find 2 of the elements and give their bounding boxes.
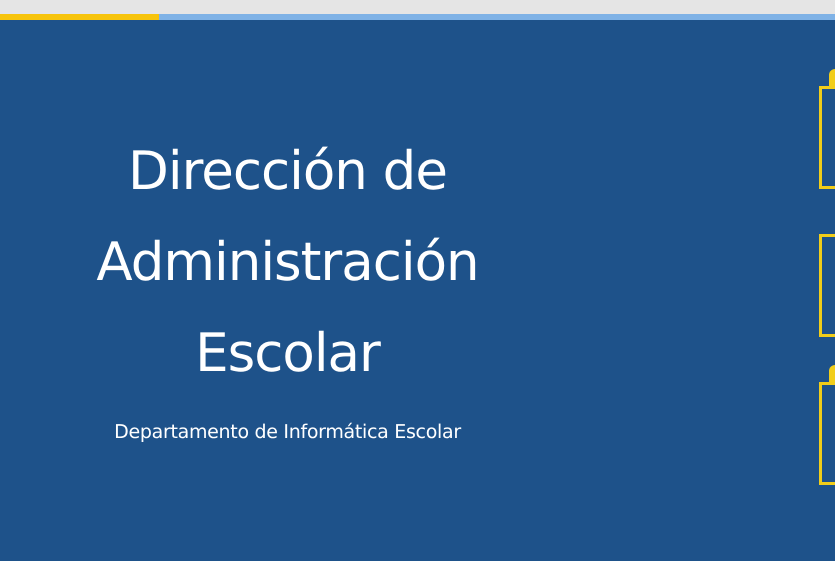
page-title: Dirección de Administración Escolar <box>95 140 480 386</box>
page-subtitle: Departamento de Informática Escolar <box>114 421 461 443</box>
